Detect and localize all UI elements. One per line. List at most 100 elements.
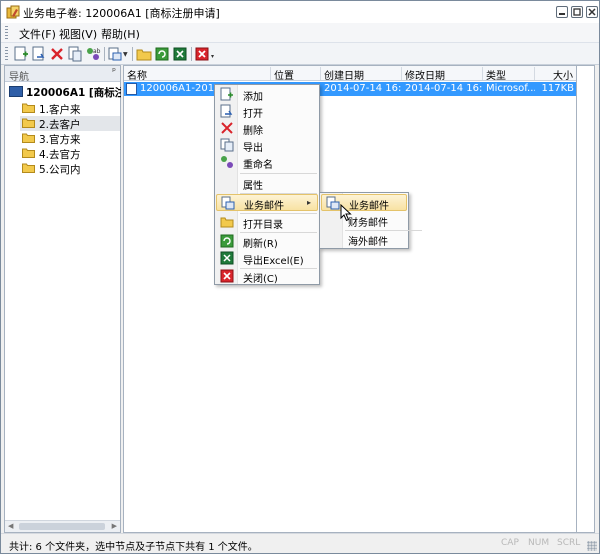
tree-node-label: 4.去官方: [39, 149, 81, 161]
context-menu: 添加 打开 删除 导出 重命名 属性 业务邮件 ▸ 打开目录 刷新(R) 导出E…: [214, 84, 320, 285]
folder-icon: [22, 148, 35, 158]
menu-item-label: 业务邮件: [244, 201, 284, 212]
pin-icon[interactable]: ᵖ: [112, 67, 116, 77]
menu-separator: [240, 173, 317, 174]
menu-help[interactable]: 帮助(H): [101, 26, 140, 42]
menu-item-open-directory[interactable]: 打开目录: [216, 214, 318, 231]
title-bar: 业务电子卷: 120006A1 [商标注册申请]: [1, 1, 599, 23]
menu-item-add[interactable]: 添加: [216, 86, 318, 103]
toolbar-grip[interactable]: [5, 47, 8, 61]
cell-size: 117KB: [541, 83, 574, 94]
menu-item-label: 关闭(C): [243, 274, 278, 285]
cell-modified: 2014-07-14 16:30: [405, 83, 483, 94]
cell-created: 2014-07-14 16:29: [324, 83, 402, 94]
close-app-icon: [220, 269, 234, 283]
column-header-location[interactable]: 位置: [271, 67, 321, 80]
nav-title: 导航: [9, 72, 29, 83]
column-header-modified[interactable]: 修改日期: [402, 67, 483, 80]
table-row[interactable]: 120006A1-201407 2014-07-14 16:29 2014-07…: [124, 82, 576, 96]
open-file-icon: [220, 104, 233, 118]
list-vertical-scrollbar[interactable]: [577, 65, 595, 533]
close-app-icon[interactable]: [194, 46, 210, 62]
column-header-type[interactable]: 类型: [483, 67, 535, 80]
menu-grip[interactable]: [5, 26, 8, 40]
column-header-size[interactable]: 大小: [535, 67, 576, 80]
column-header-created[interactable]: 创建日期: [321, 67, 402, 80]
tree-node-2[interactable]: 2.去客户: [20, 116, 120, 131]
scroll-right-icon[interactable]: ▶: [112, 522, 117, 530]
submenu-item-overseas-email[interactable]: 海外邮件: [321, 231, 407, 248]
folder-icon: [22, 133, 35, 143]
minimize-button[interactable]: [556, 6, 568, 18]
folder-icon: [22, 163, 35, 173]
menu-item-rename[interactable]: 重命名: [216, 154, 318, 171]
tree-node-label: 5.公司内: [39, 164, 81, 176]
refresh-icon[interactable]: [154, 46, 170, 62]
mouse-cursor-icon: [340, 204, 352, 222]
menu-item-label: 财务邮件: [348, 218, 388, 229]
email-icon[interactable]: [107, 46, 123, 62]
menu-item-export-excel[interactable]: 导出Excel(E): [216, 250, 318, 267]
export-icon[interactable]: [67, 46, 83, 62]
cell-type: Microsof...: [486, 83, 535, 94]
menu-item-label: 导出Excel(E): [243, 256, 304, 267]
tree-node-3[interactable]: 3.官方来: [20, 131, 120, 146]
nav-horizontal-scrollbar[interactable]: ◀ ▶: [5, 520, 120, 532]
rename-icon[interactable]: ab: [85, 46, 101, 62]
open-folder-icon: [220, 217, 234, 228]
open-folder-icon[interactable]: [136, 46, 152, 62]
menu-item-delete[interactable]: 删除: [216, 120, 318, 137]
scrollbar-thumb[interactable]: [19, 523, 105, 530]
submenu-item-finance-email[interactable]: 财务邮件: [321, 212, 407, 229]
resize-grip[interactable]: [587, 541, 597, 551]
window-title: 业务电子卷: 120006A1 [商标注册申请]: [23, 7, 220, 20]
folder-icon: [22, 103, 35, 113]
menu-item-label: 添加: [243, 92, 263, 103]
tree-node-label: 3.官方来: [39, 134, 81, 146]
list-header: 名称 位置 创建日期 修改日期 类型 大小: [124, 66, 576, 81]
case-icon: [9, 86, 23, 97]
svg-text:ab: ab: [93, 48, 101, 55]
toolbar-separator: [132, 47, 133, 61]
delete-icon[interactable]: [49, 46, 65, 62]
menu-item-open[interactable]: 打开: [216, 103, 318, 120]
menu-item-label: 导出: [243, 143, 263, 154]
menu-item-export[interactable]: 导出: [216, 137, 318, 154]
menu-item-properties[interactable]: 属性: [216, 175, 318, 192]
minimize-icon: [559, 13, 565, 15]
scroll-left-icon[interactable]: ◀: [8, 522, 13, 530]
open-file-icon[interactable]: [31, 46, 47, 62]
tree-node-1[interactable]: 1.客户来: [20, 101, 120, 116]
delete-icon: [221, 122, 233, 134]
excel-icon: [220, 251, 234, 265]
column-header-name[interactable]: 名称: [124, 67, 271, 80]
close-icon: [588, 8, 596, 16]
menu-item-label: 业务邮件: [349, 201, 389, 212]
chevron-down-icon[interactable]: ▼: [123, 51, 128, 58]
email-submenu: 业务邮件 财务邮件 海外邮件: [319, 192, 422, 249]
excel-icon[interactable]: [172, 46, 188, 62]
maximize-icon: [573, 8, 581, 16]
tree-node-5[interactable]: 5.公司内: [20, 161, 120, 176]
tree-node-label: 2.去客户: [39, 119, 81, 131]
close-window-button[interactable]: [586, 6, 598, 18]
menu-view[interactable]: 视图(V): [59, 26, 97, 42]
toolbar-separator: [104, 47, 105, 61]
toolbar-overflow-icon[interactable]: ▾: [211, 53, 214, 60]
maximize-button[interactable]: [571, 6, 583, 18]
tree-node-4[interactable]: 4.去官方: [20, 146, 120, 161]
menu-item-label: 属性: [243, 181, 263, 192]
submenu-arrow-icon: ▸: [306, 198, 311, 207]
add-file-icon: [220, 87, 233, 101]
menu-item-label: 刷新(R): [243, 239, 278, 250]
menu-item-close[interactable]: 关闭(C): [216, 268, 318, 285]
export-icon: [220, 138, 234, 152]
add-file-icon[interactable]: [13, 46, 29, 62]
email-icon: [221, 196, 235, 210]
menu-file[interactable]: 文件(F): [19, 26, 56, 42]
menu-item-business-email[interactable]: 业务邮件 ▸: [216, 194, 318, 212]
submenu-item-business-email[interactable]: 业务邮件: [321, 194, 407, 212]
email-icon: [326, 196, 340, 210]
menu-item-refresh[interactable]: 刷新(R): [216, 233, 318, 250]
tree-root[interactable]: 120006A1 [商标注册申请]: [8, 85, 121, 99]
